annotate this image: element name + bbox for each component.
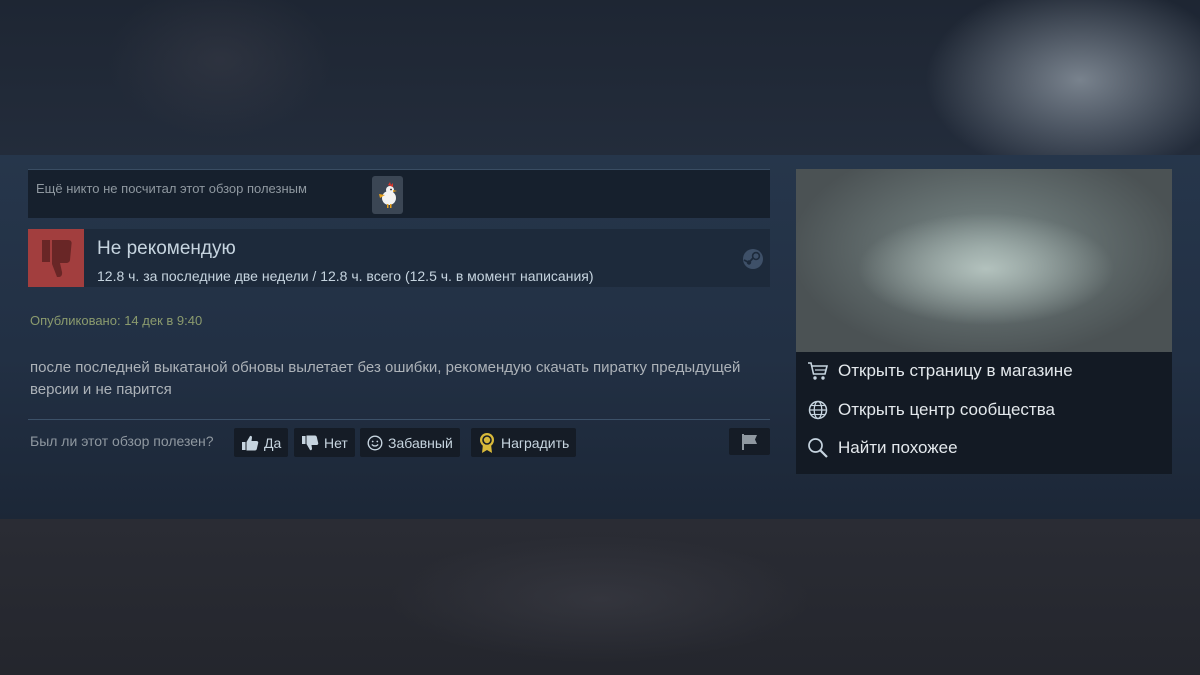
award-medal-icon [480, 432, 494, 453]
vote-funny-label: Забавный [388, 434, 453, 451]
sidebar-links: Открыть страницу в магазине Открыть цент… [796, 352, 1172, 474]
award-chip[interactable] [372, 176, 403, 214]
thumbs-down-icon [42, 240, 72, 277]
vote-no-label: Нет [324, 434, 348, 451]
vote-funny-button[interactable]: Забавный [360, 428, 460, 457]
cart-icon [808, 362, 829, 380]
thumbs-down-small-icon [302, 435, 319, 450]
vote-no-button[interactable]: Нет [294, 428, 355, 457]
helpful-question: Был ли этот обзор полезен? [30, 433, 214, 449]
rooster-award-icon [378, 182, 397, 208]
blurred-background-top [0, 0, 1200, 155]
open-community-hub-link[interactable]: Открыть центр сообщества [796, 391, 1172, 429]
report-flag-button[interactable] [729, 428, 770, 455]
posted-date: Опубликовано: 14 дек в 9:40 [30, 313, 203, 328]
find-similar-label: Найти похожее [838, 438, 958, 457]
open-store-page-label: Открыть страницу в магазине [838, 361, 1073, 380]
award-label: Наградить [501, 434, 570, 451]
vote-yes-button[interactable]: Да [234, 428, 289, 457]
open-community-hub-label: Открыть центр сообщества [838, 400, 1056, 419]
review-hours: 12.8 ч. за последние две недели / 12.8 ч… [97, 268, 594, 284]
thumbs-down-badge [28, 229, 84, 287]
review-votes-box: Ещё никто не посчитал этот обзор полезны… [28, 169, 770, 218]
open-store-page-link[interactable]: Открыть страницу в магазине [796, 352, 1172, 390]
find-similar-link[interactable]: Найти похожее [796, 429, 1172, 467]
thumbs-up-icon [242, 435, 259, 450]
steam-logo-icon [743, 249, 763, 269]
search-icon [808, 438, 828, 458]
review-text: после последней выкатаной обновы вылетае… [30, 359, 741, 398]
globe-icon [808, 400, 828, 420]
review-header: Не рекомендую 12.8 ч. за последние две н… [28, 229, 770, 287]
flag-icon [741, 433, 757, 450]
game-capsule-image[interactable] [796, 169, 1172, 352]
smiley-icon [367, 434, 383, 451]
review-verdict: Не рекомендую [97, 238, 236, 259]
divider [28, 419, 770, 420]
votes-text: Ещё никто не посчитал этот обзор полезны… [36, 181, 307, 196]
vote-yes-label: Да [264, 434, 282, 451]
award-button[interactable]: Наградить [471, 428, 577, 457]
blurred-background-bottom [0, 519, 1200, 675]
